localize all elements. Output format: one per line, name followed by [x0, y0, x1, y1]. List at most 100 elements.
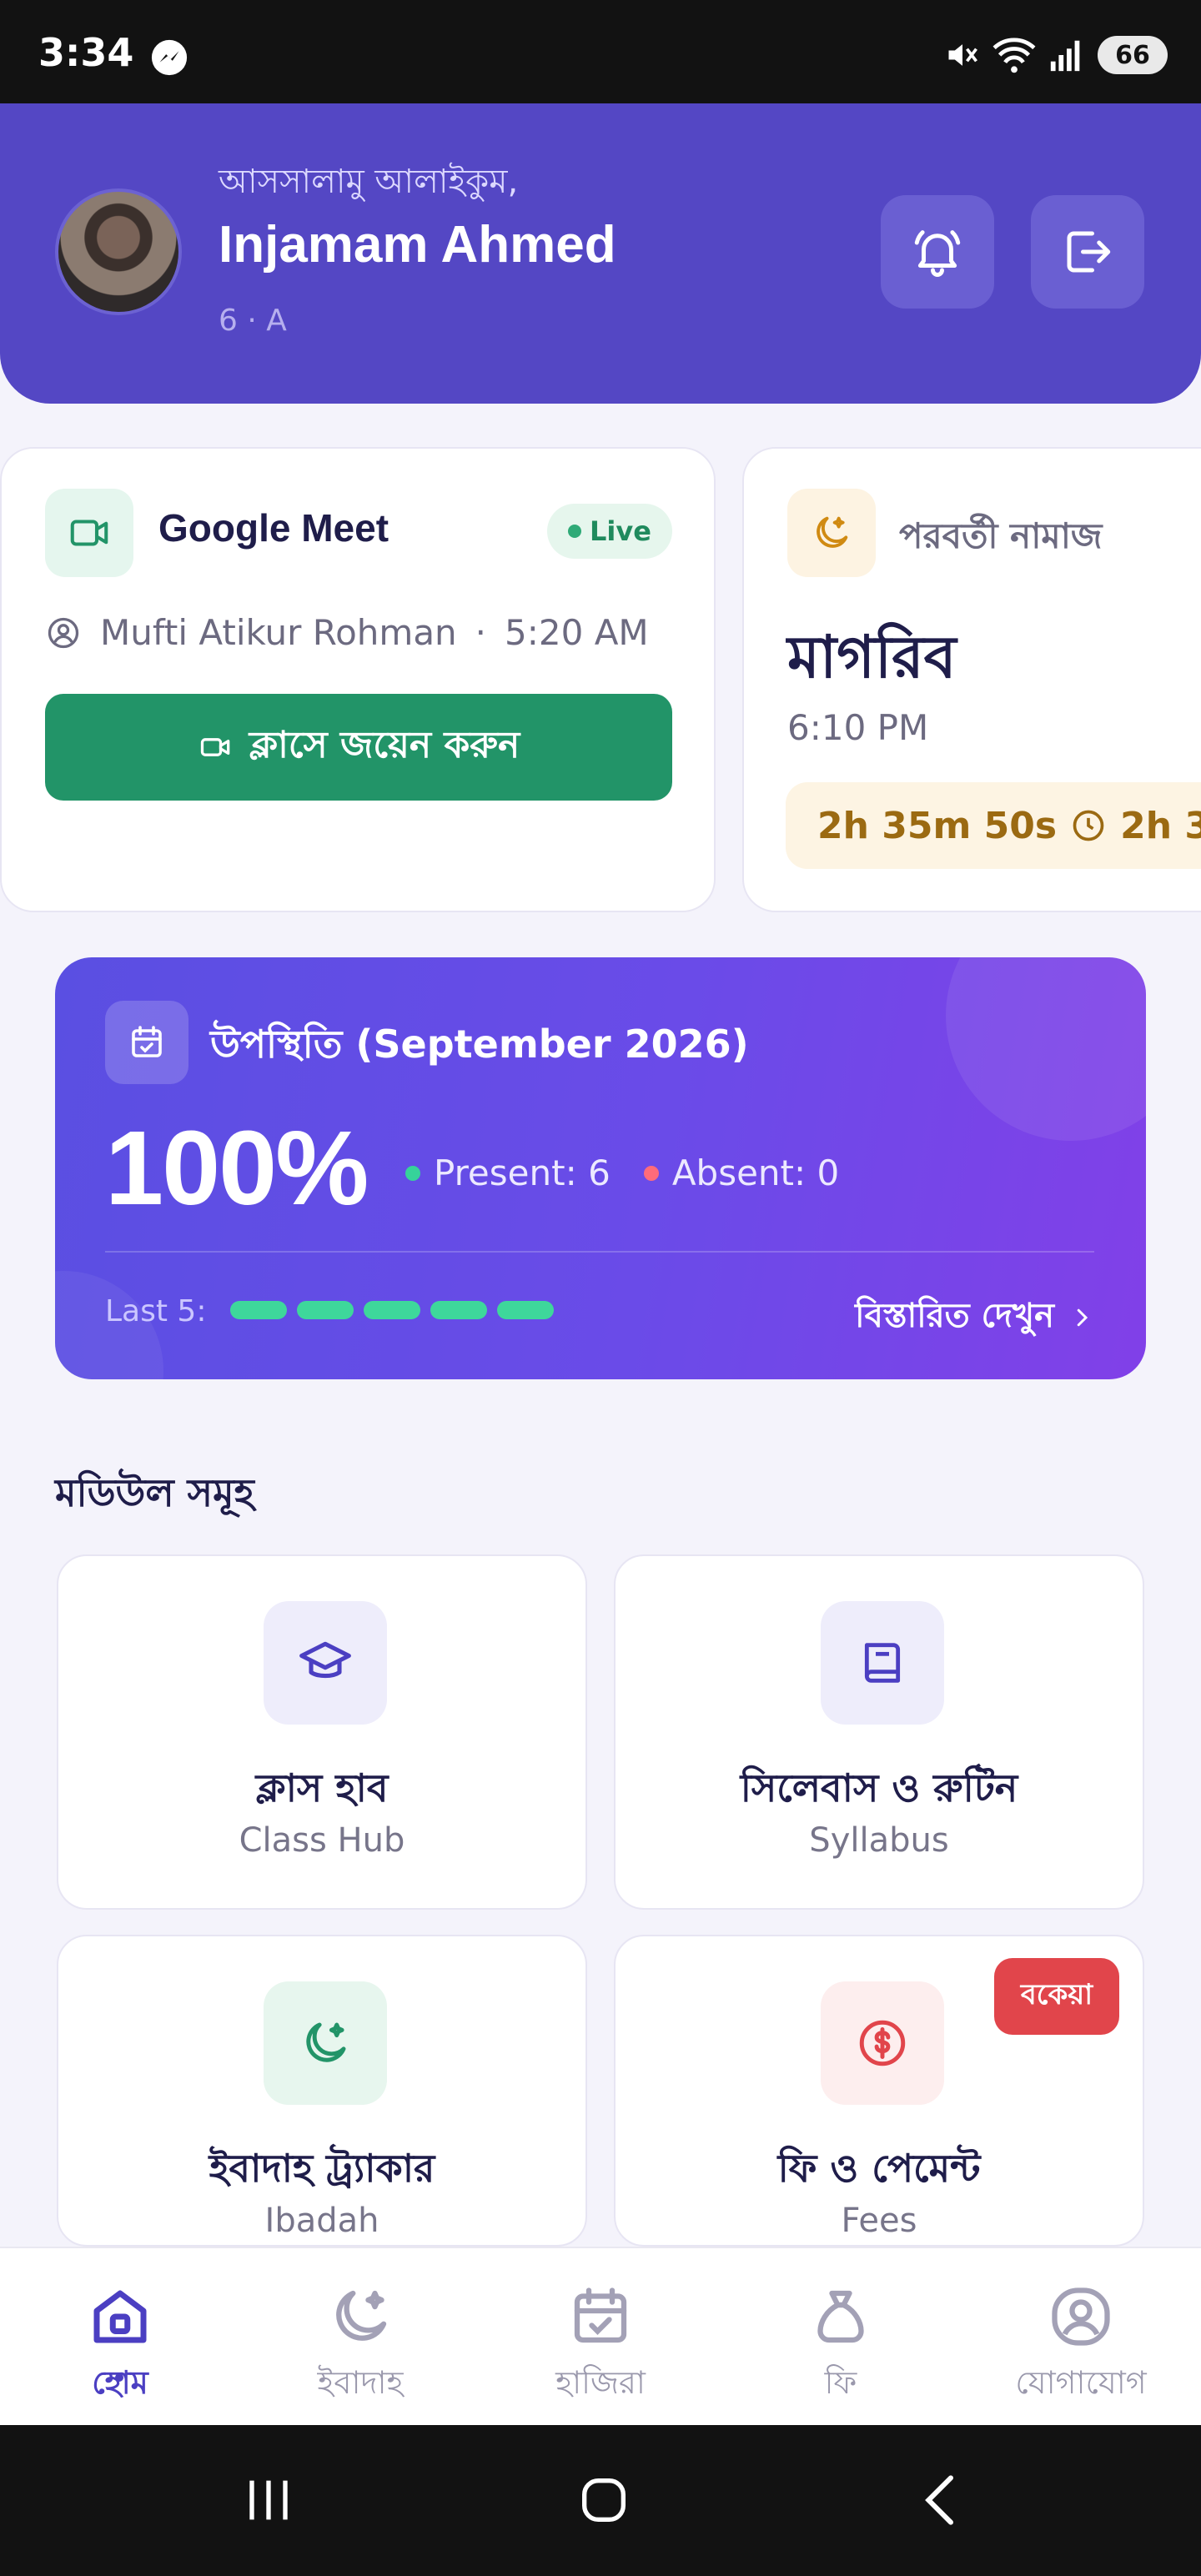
moon-star-icon — [306, 2022, 346, 2062]
dollar-circle-icon — [859, 2020, 906, 2066]
status-time: 3:34 — [38, 30, 134, 75]
decorative-circle — [946, 957, 1146, 1141]
attendance-day-bar — [497, 1301, 554, 1319]
home-icon — [93, 2290, 147, 2343]
avatar[interactable] — [55, 188, 182, 315]
clock-icon — [1073, 810, 1104, 841]
attendance-day-bar — [297, 1301, 354, 1319]
user-circle-icon — [48, 617, 79, 648]
nav-home[interactable]: হোম — [0, 2282, 240, 2412]
nav-label: ইবাদাহ — [317, 2364, 404, 2401]
chevron-right-icon — [1077, 1308, 1088, 1326]
live-dot — [568, 525, 582, 538]
join-class-button[interactable]: ক্লাসে জয়েন করুন — [45, 694, 672, 801]
user-circle-icon — [1052, 2287, 1110, 2346]
home-system-icon[interactable] — [570, 2467, 637, 2533]
moon-icon-box — [787, 489, 876, 577]
book-icon — [864, 1643, 901, 1683]
absent-count: Absent: 0 — [671, 1152, 840, 1193]
messenger-icon — [151, 39, 188, 76]
back-icon[interactable] — [909, 2467, 976, 2533]
battery-indicator: 66 — [1098, 36, 1168, 74]
prayer-time: 6:10 PM — [787, 707, 929, 748]
module-subtitle: Ibadah — [264, 2202, 379, 2240]
separator-dot: · — [475, 612, 487, 653]
live-label: Live — [590, 515, 651, 547]
nav-label: হোম — [92, 2364, 148, 2401]
last5-label: Last 5: — [105, 1294, 207, 1328]
user-class-section: 6 · A — [219, 304, 287, 338]
recent-apps-icon[interactable] — [235, 2467, 302, 2533]
attendance-day-bar — [364, 1301, 420, 1319]
calendar-check-icon — [132, 1026, 162, 1057]
bell-icon — [914, 230, 961, 277]
module-title: সিলেবাস ও রুটিন — [740, 1765, 1018, 1810]
google-meet-card: Google Meet Live Mufti Atikur Rohman · 5… — [0, 447, 716, 912]
module-fees[interactable]: বকেয়া ফি ও পেমেন্ট Fees — [614, 1935, 1144, 2247]
signal-icon — [1050, 40, 1080, 72]
module-syllabus[interactable]: সিলেবাস ও রুটিন Syllabus — [614, 1554, 1144, 1910]
prayer-countdown: 2h 35m 50s 2h 35 — [786, 782, 1201, 869]
next-prayer-label: পরবর্তী নামাজ — [899, 515, 1103, 556]
system-navigation-bar — [0, 2425, 1201, 2576]
view-details-label: বিস্তারিত দেখুন — [855, 1297, 1054, 1335]
countdown-repeat: 2h 35 — [1120, 804, 1201, 847]
calendar-icon-box — [105, 1001, 188, 1084]
teacher-row: Mufti Atikur Rohman · 5:20 AM — [45, 612, 649, 653]
attendance-day-bar — [430, 1301, 487, 1319]
module-subtitle: Syllabus — [809, 1821, 949, 1860]
view-details-link[interactable]: বিস্তারিত দেখুন — [855, 1289, 1094, 1345]
next-prayer-card[interactable]: পরবর্তী নামাজ মাগরিব 6:10 PM 2h 35m 50s … — [742, 447, 1201, 912]
modules-section-title: মডিউল সমূহ — [55, 1470, 254, 1515]
absent-dot — [643, 1165, 659, 1181]
logout-button[interactable] — [1031, 195, 1144, 309]
attendance-title: উপস্থিতি (September 2026) — [210, 1022, 749, 1067]
nav-attendance[interactable]: হাজিরা — [480, 2282, 721, 2412]
attendance-day-bar — [230, 1301, 287, 1319]
present-dot — [405, 1165, 420, 1181]
notifications-button[interactable] — [881, 195, 994, 309]
status-bar: 3:34 66 — [0, 0, 1201, 103]
nav-label: যোগাযোগ — [1015, 2364, 1147, 2401]
money-bag-icon — [817, 2290, 864, 2343]
live-badge: Live — [547, 504, 672, 559]
module-icon-box — [821, 1601, 944, 1725]
module-icon-box — [264, 1601, 387, 1725]
module-subtitle: Class Hub — [239, 1821, 405, 1860]
module-title: ইবাদাহ ট্র্যাকার — [209, 2146, 435, 2191]
meet-time: 5:20 AM — [505, 612, 649, 653]
mute-icon — [948, 44, 977, 66]
nav-contact[interactable]: যোগাযোগ — [961, 2282, 1201, 2412]
module-class-hub[interactable]: ক্লাস হাব Class Hub — [57, 1554, 587, 1910]
module-ibadah-tracker[interactable]: ইবাদাহ ট্র্যাকার Ibadah — [57, 1935, 587, 2247]
user-name: Injamam Ahmed — [219, 216, 616, 274]
moon-star-icon — [817, 516, 848, 548]
logout-icon — [1067, 231, 1111, 273]
last5-bars — [230, 1301, 554, 1319]
graduation-cap-icon — [299, 1641, 351, 1679]
nav-ibadah[interactable]: ইবাদাহ — [240, 2282, 480, 2412]
attendance-card[interactable]: উপস্থিতি (September 2026) 100% Present: … — [55, 957, 1146, 1379]
greeting-text: আসসালামু আলাইকুম, — [219, 163, 519, 201]
prayer-name: মাগরিব — [787, 623, 957, 691]
join-class-label: ক্লাসে জয়েন করুন — [249, 723, 520, 766]
meet-title: Google Meet — [158, 506, 389, 550]
module-title: ক্লাস হাব — [255, 1765, 389, 1810]
profile-header: আসসালামু আলাইকুম, Injamam Ahmed 6 · A — [0, 103, 1201, 404]
countdown-value: 2h 35m 50s — [817, 804, 1058, 847]
attendance-percent: 100% — [105, 1109, 369, 1227]
status-indicators: 66 — [944, 33, 1168, 77]
moon-star-icon — [336, 2290, 387, 2341]
bottom-navigation: হোম ইবাদাহ হাজিরা ফি যোগাযোগ — [0, 2247, 1201, 2425]
nav-label: ফি — [824, 2364, 857, 2401]
nav-fees[interactable]: ফি — [721, 2282, 961, 2412]
module-icon-box — [264, 1981, 387, 2105]
video-camera-icon — [200, 738, 230, 756]
due-badge: বকেয়া — [994, 1958, 1119, 2035]
module-icon-box — [821, 1981, 944, 2105]
module-subtitle: Fees — [841, 2202, 917, 2240]
module-title: ফি ও পেমেন্ট — [777, 2146, 981, 2191]
nav-label: হাজিরা — [555, 2364, 646, 2401]
active-indicator-dot — [115, 2373, 123, 2382]
calendar-check-icon — [574, 2287, 627, 2343]
